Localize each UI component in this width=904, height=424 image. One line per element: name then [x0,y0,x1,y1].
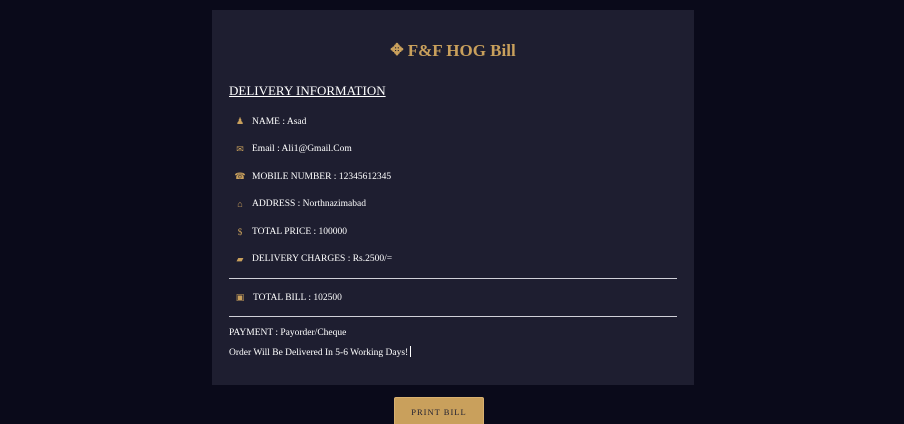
email-row: ✉ Email : Ali1@Gmail.Com [229,136,677,164]
address-row: ⌂ ADDRESS : Northnazimabad [229,191,677,219]
page: ✥ F&F HOG Bill DELIVERY INFORMATION ♟ NAM… [0,0,904,424]
bill-title-text: F&F HOG Bill [407,41,516,60]
home-icon: ⌂ [237,199,243,210]
delivery-charges-text: DELIVERY CHARGES : Rs.2500/= [252,254,393,265]
total-bill-row: ▣ TOTAL BILL : 102500 [229,284,677,311]
print-bill-button[interactable]: PRINT BILL [394,397,484,424]
name-text: NAME : Asad [252,116,307,127]
divider [229,278,677,279]
total-price-text: TOTAL PRICE : 100000 [252,226,348,237]
address-text: ADDRESS : Northnazimabad [252,199,366,210]
payment-text: PAYMENT : Payorder/Cheque [229,328,347,338]
total-bill-text: TOTAL BILL : 102500 [253,292,342,303]
delivery-info-list: ♟ NAME : Asad ✉ Email : Ali1@Gmail.Com ☎… [229,108,677,273]
name-row: ♟ NAME : Asad [229,108,677,136]
divider [229,316,677,317]
dollar-icon: $ [237,226,243,237]
total-price-row: $ TOTAL PRICE : 100000 [229,218,677,246]
mobile-row: ☎ MOBILE NUMBER : 12345612345 [229,163,677,191]
delivery-info-heading: DELIVERY INFORMATION [229,83,386,98]
truck-icon: ▰ [236,253,244,264]
delivery-charges-row: ▰ DELIVERY CHARGES : Rs.2500/= [229,246,677,274]
crosshair-diamond-icon: ✥ [390,42,404,59]
phone-icon: ☎ [234,171,246,182]
bill-title: ✥ F&F HOG Bill [229,39,677,63]
bill-card: ✥ F&F HOG Bill DELIVERY INFORMATION ♟ NAM… [212,10,694,385]
delivery-note: Order Will Be Delivered In 5-6 Working D… [229,346,677,360]
money-bill-icon: ▣ [235,292,245,302]
email-text: Email : Ali1@Gmail.Com [252,144,352,155]
user-icon: ♟ [235,116,245,127]
text-cursor [410,346,412,357]
delivery-note-text: Order Will Be Delivered In 5-6 Working D… [229,348,409,358]
mobile-text: MOBILE NUMBER : 12345612345 [252,171,392,182]
envelope-icon: ✉ [236,143,244,154]
